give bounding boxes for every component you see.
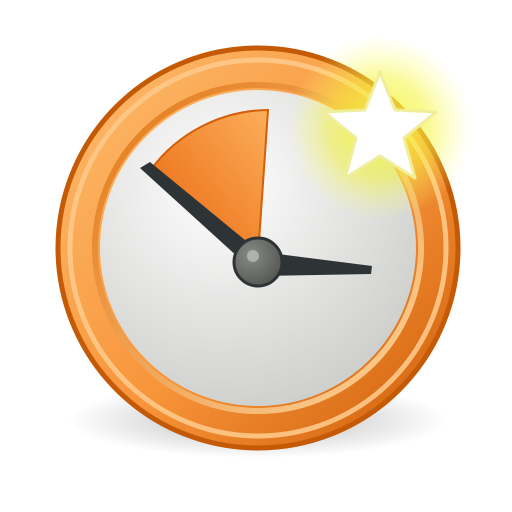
new-timer-icon-canvas	[0, 0, 512, 512]
new-timer-icon	[55, 36, 472, 458]
clock-hub	[232, 236, 284, 288]
clock-hub-highlight	[247, 250, 259, 262]
